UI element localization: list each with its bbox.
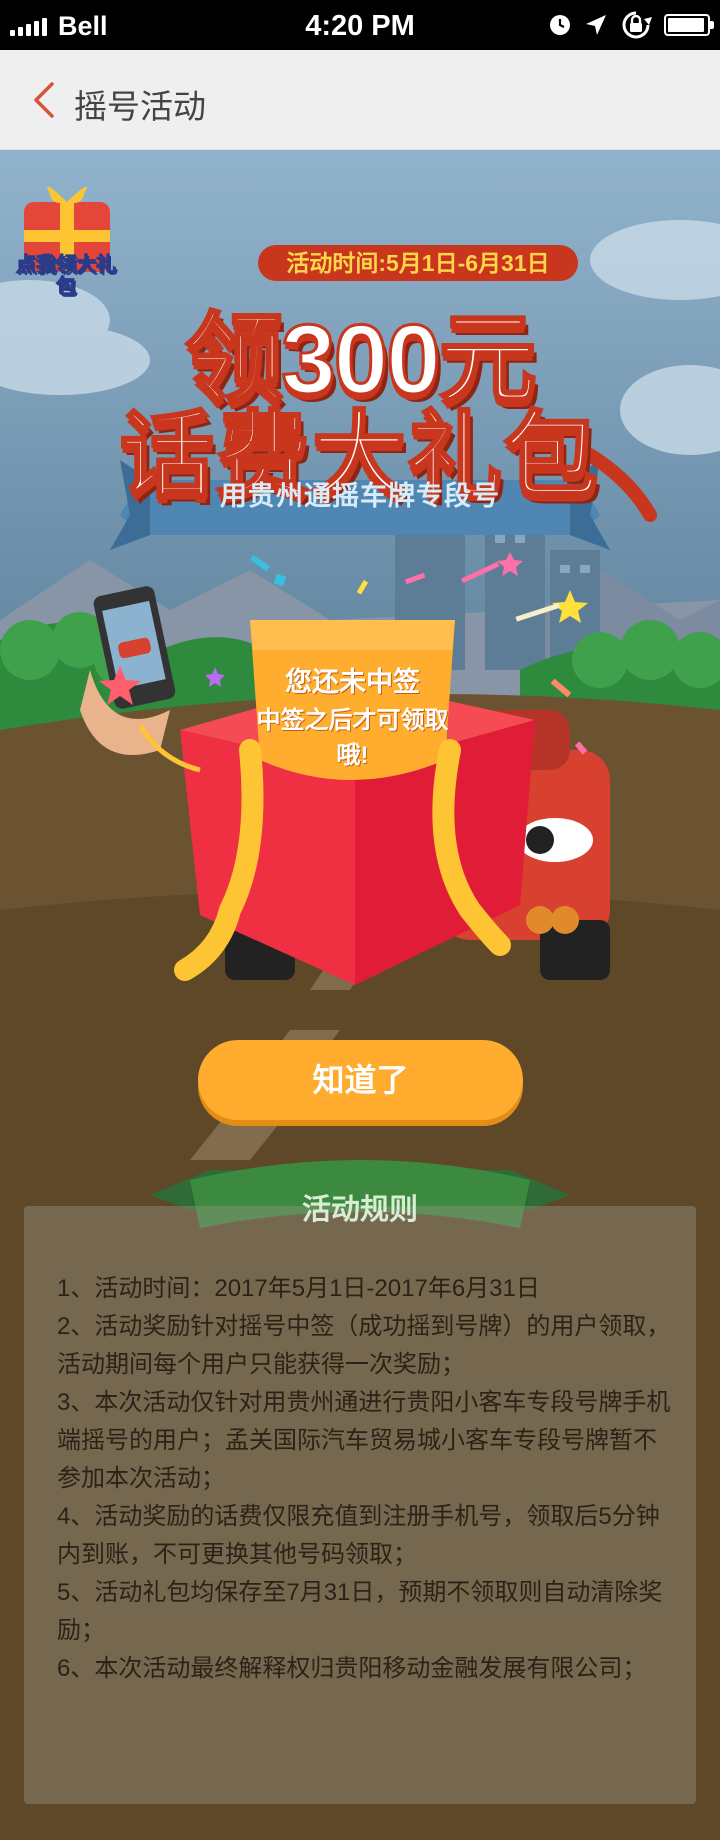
result-note-card: 您还未中签 中签之后才可领取哦! [250,620,455,770]
alarm-icon [550,15,570,35]
page-title: 摇号活动 [74,88,206,125]
rule-item: 4、活动奖励的话费仅限充值到注册手机号，领取后5分钟内到账，不可更换其他号码领取… [57,1503,660,1568]
note-line-2: 中签之后才可领取哦! [256,707,449,769]
nav-bar: 摇号活动 [0,50,720,150]
note-line-1: 您还未中签 [285,667,420,697]
location-arrow-icon [586,15,606,35]
rule-item: 2、活动奖励针对摇号中签（成功摇到号牌）的用户领取，活动期间每个用户只能获得一次… [57,1313,671,1378]
rules-title: 活动规则 [301,1194,418,1226]
rule-item: 5、活动礼包均保存至7月31日，预期不领取则自动清除奖励； [57,1579,663,1644]
rule-item: 6、本次活动最终解释权归贵阳移动金融发展有限公司； [57,1655,647,1682]
ok-button[interactable]: 知道了 [198,1040,523,1120]
battery-icon [664,14,714,36]
rotation-lock-icon [622,11,652,39]
date-range-pill: 活动时间:5月1日-6月31日 [258,245,578,281]
headline-subline: 用贵州通摇车牌专段号 [220,481,500,511]
rule-item: 3、本次活动仅针对用贵州通进行贵阳小客车专段号牌手机端摇号的用户；孟关国际汽车贸… [57,1389,671,1492]
rules-list: 1、活动时间：2017年5月1日-2017年6月31日 2、活动奖励针对摇号中签… [57,1270,677,1688]
chevron-left-icon[interactable] [26,80,66,120]
rule-item: 1、活动时间：2017年5月1日-2017年6月31日 [57,1275,540,1302]
promo-scene: 点我领大礼包 活动时间:5月1日-6月31日 领300元 话费大礼包 用贵州通摇… [0,150,720,1840]
status-bar: Bell 4:20 PM [0,0,720,50]
